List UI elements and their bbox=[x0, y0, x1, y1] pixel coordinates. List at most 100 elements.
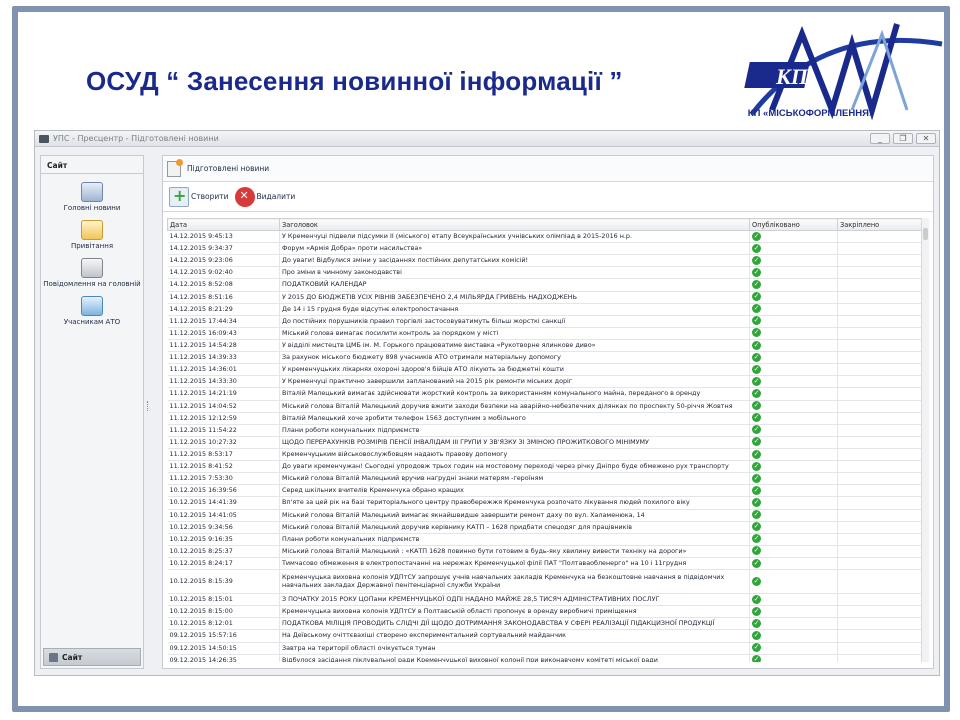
table-row[interactable]: 11.12.2015 17:44:34 До постійних порушник… bbox=[167, 315, 926, 328]
tab-prepared-news[interactable]: Підготовлені новини bbox=[163, 156, 933, 182]
published-check-icon[interactable]: ✓ bbox=[752, 376, 761, 386]
cell-published: ✓ bbox=[749, 363, 838, 377]
sidebar-item-greetings[interactable]: Привітання bbox=[41, 220, 143, 250]
table-row[interactable]: 11.12.2015 8:41:52 До уваги кременчужан! … bbox=[167, 460, 926, 474]
published-check-icon[interactable]: ✓ bbox=[752, 497, 761, 507]
table-row[interactable]: 11.12.2015 14:54:28 У відділі мистецтв ЦМ… bbox=[167, 339, 926, 353]
table-row[interactable]: 10.12.2015 8:24:17 Тимчасово обмеження в … bbox=[167, 557, 926, 571]
published-check-icon[interactable]: ✓ bbox=[752, 473, 761, 483]
cell-published: ✓ bbox=[749, 412, 838, 425]
column-header-pinned[interactable]: Закріплено bbox=[837, 218, 926, 231]
minimize-button[interactable]: _ bbox=[870, 133, 890, 144]
cell-date: 14.12.2015 8:51:16 bbox=[167, 291, 280, 304]
table-row[interactable]: 14.12.2015 9:02:40 Про зміни в чинному за… bbox=[167, 266, 926, 280]
published-check-icon[interactable]: ✓ bbox=[752, 437, 761, 447]
table-row[interactable]: 11.12.2015 14:36:01 У кременчуцьких лікар… bbox=[167, 363, 926, 377]
published-check-icon[interactable]: ✓ bbox=[752, 231, 761, 241]
vertical-scrollbar[interactable] bbox=[921, 218, 929, 662]
table-row[interactable]: 11.12.2015 11:54:22 Плани роботи комуналь… bbox=[167, 424, 926, 437]
table-row[interactable]: 11.12.2015 14:21:19 Віталій Малецький вим… bbox=[167, 387, 926, 401]
published-check-icon[interactable]: ✓ bbox=[752, 461, 761, 471]
sidebar-footer-site[interactable]: Сайт bbox=[43, 648, 141, 666]
table-row[interactable]: 10.12.2015 8:15:39 Кременчуцька виховна к… bbox=[167, 569, 926, 595]
published-check-icon[interactable]: ✓ bbox=[752, 413, 761, 423]
published-check-icon[interactable]: ✓ bbox=[752, 558, 761, 568]
published-check-icon[interactable]: ✓ bbox=[752, 546, 761, 556]
table-row[interactable]: 11.12.2015 14:33:30 У Кременчуці практичн… bbox=[167, 375, 926, 389]
cell-pinned bbox=[837, 593, 926, 607]
published-check-icon[interactable]: ✓ bbox=[752, 655, 761, 662]
published-check-icon[interactable]: ✓ bbox=[752, 534, 761, 544]
published-check-icon[interactable]: ✓ bbox=[752, 594, 761, 604]
published-check-icon[interactable]: ✓ bbox=[752, 255, 761, 265]
published-check-icon[interactable]: ✓ bbox=[752, 401, 761, 411]
table-row[interactable]: 09.12.2015 15:57:16 На Деївському очіттєв… bbox=[167, 629, 926, 643]
published-check-icon[interactable]: ✓ bbox=[752, 304, 761, 314]
table-row[interactable]: 11.12.2015 7:53:30 Міський голова Віталій… bbox=[167, 472, 926, 486]
sidebar-item-main-messages[interactable]: Повідомлення на головній bbox=[41, 258, 143, 288]
table-row[interactable]: 10.12.2015 9:16:35 Плани роботи комунальн… bbox=[167, 533, 926, 546]
published-check-icon[interactable]: ✓ bbox=[752, 618, 761, 628]
table-row[interactable]: 09.12.2015 14:50:15 Завтра на території о… bbox=[167, 642, 926, 655]
table-row[interactable]: 14.12.2015 8:51:16 У 2015 ДО БЮДЖЕТІВ УСІ… bbox=[167, 291, 926, 304]
create-button[interactable]: Створити bbox=[169, 186, 229, 207]
maximize-button[interactable]: ❐ bbox=[893, 133, 913, 144]
panel-splitter[interactable] bbox=[147, 401, 149, 411]
published-check-icon[interactable]: ✓ bbox=[752, 292, 761, 302]
sidebar-item-ato-participants[interactable]: Учасникам АТО bbox=[41, 296, 143, 326]
cell-date: 14.12.2015 8:52:08 bbox=[167, 278, 280, 292]
published-check-icon[interactable]: ✓ bbox=[752, 364, 761, 374]
table-row[interactable]: 11.12.2015 14:04:52 Міський голова Віталі… bbox=[167, 400, 926, 413]
table-row[interactable]: 10.12.2015 14:41:39 Вп'яте за цей рік на … bbox=[167, 496, 926, 510]
table-row[interactable]: 14.12.2015 8:21:29 Де 14 і 15 грудня буде… bbox=[167, 303, 926, 316]
scrollbar-thumb[interactable] bbox=[923, 228, 928, 240]
published-check-icon[interactable]: ✓ bbox=[752, 510, 761, 520]
table-row[interactable]: 11.12.2015 8:53:17 Кременчуцьким військов… bbox=[167, 448, 926, 462]
published-check-icon[interactable]: ✓ bbox=[752, 606, 761, 616]
cell-pinned bbox=[837, 642, 926, 655]
published-check-icon[interactable]: ✓ bbox=[752, 328, 761, 338]
published-check-icon[interactable]: ✓ bbox=[752, 243, 761, 253]
cell-pinned bbox=[837, 400, 926, 413]
table-row[interactable]: 10.12.2015 16:39:56 Серед шкільних вчител… bbox=[167, 484, 926, 498]
cell-published: ✓ bbox=[749, 605, 838, 619]
cell-title: Віталій Малецький вимагає здійснювати жо… bbox=[279, 387, 750, 401]
table-row[interactable]: 10.12.2015 8:12:01 ПОДАТКОВА МІЛІЦІЯ ПРОВ… bbox=[167, 617, 926, 631]
published-check-icon[interactable]: ✓ bbox=[752, 485, 761, 495]
published-check-icon[interactable]: ✓ bbox=[752, 340, 761, 350]
table-row[interactable]: 11.12.2015 10:27:32 ЩОДО ПЕРЕРАХУНКІВ РОЗ… bbox=[167, 436, 926, 449]
published-check-icon[interactable]: ✓ bbox=[752, 316, 761, 326]
published-check-icon[interactable]: ✓ bbox=[752, 449, 761, 459]
delete-button[interactable]: Видалити bbox=[234, 186, 295, 207]
table-row[interactable]: 14.12.2015 9:45:13 У Кременчуці підвели п… bbox=[167, 230, 926, 244]
published-check-icon[interactable]: ✓ bbox=[752, 630, 761, 640]
table-row[interactable]: 11.12.2015 14:39:33 За рахунок міського б… bbox=[167, 351, 926, 365]
table-row[interactable]: 11.12.2015 16:09:43 Міський голова вимага… bbox=[167, 327, 926, 340]
published-check-icon[interactable]: ✓ bbox=[752, 425, 761, 435]
table-row[interactable]: 14.12.2015 8:52:08 ПОДАТКОВИЙ КАЛЕНДАР ✓ bbox=[167, 278, 926, 292]
published-check-icon[interactable]: ✓ bbox=[752, 577, 761, 587]
table-row[interactable]: 14.12.2015 9:34:37 Форум «Армія Добра» пр… bbox=[167, 242, 926, 256]
close-button[interactable]: ✕ bbox=[916, 133, 936, 144]
table-row[interactable]: 10.12.2015 14:41:05 Міський голова Віталі… bbox=[167, 509, 926, 522]
table-row[interactable]: 10.12.2015 9:34:56 Міський голова Віталій… bbox=[167, 521, 926, 534]
published-check-icon[interactable]: ✓ bbox=[752, 352, 761, 362]
table-row[interactable]: 10.12.2015 8:15:01 З ПОЧАТКУ 2015 РОКУ ЦО… bbox=[167, 593, 926, 607]
table-row[interactable]: 10.12.2015 8:25:37 Міський голова Віталій… bbox=[167, 545, 926, 558]
published-check-icon[interactable]: ✓ bbox=[752, 522, 761, 532]
sidebar-item-headline-news[interactable]: Головні новини bbox=[41, 182, 143, 212]
table-row[interactable]: 10.12.2015 8:15:00 Кременчуцька виховна к… bbox=[167, 605, 926, 619]
table-row[interactable]: 11.12.2015 12:12:59 Віталій Малецький хоч… bbox=[167, 412, 926, 425]
table-row[interactable]: 09.12.2015 14:26:35 Відбулося засідання п… bbox=[167, 654, 926, 662]
cell-date: 11.12.2015 16:09:43 bbox=[167, 327, 280, 340]
cell-title: У 2015 ДО БЮДЖЕТІВ УСІХ РІВНІВ ЗАБЕЗПЕЧЕ… bbox=[279, 291, 750, 304]
table-row[interactable]: 14.12.2015 9:23:06 До уваги! Відбулися зм… bbox=[167, 254, 926, 268]
published-check-icon[interactable]: ✓ bbox=[752, 279, 761, 289]
cell-title: Де 14 і 15 грудня буде відсутнє електроп… bbox=[279, 303, 750, 316]
published-check-icon[interactable]: ✓ bbox=[752, 388, 761, 398]
published-check-icon[interactable]: ✓ bbox=[752, 643, 761, 653]
column-header-date[interactable]: Дата bbox=[167, 218, 280, 231]
published-check-icon[interactable]: ✓ bbox=[752, 267, 761, 277]
column-header-title[interactable]: Заголовок bbox=[279, 218, 750, 231]
column-header-published[interactable]: Опубліковано bbox=[749, 218, 838, 231]
